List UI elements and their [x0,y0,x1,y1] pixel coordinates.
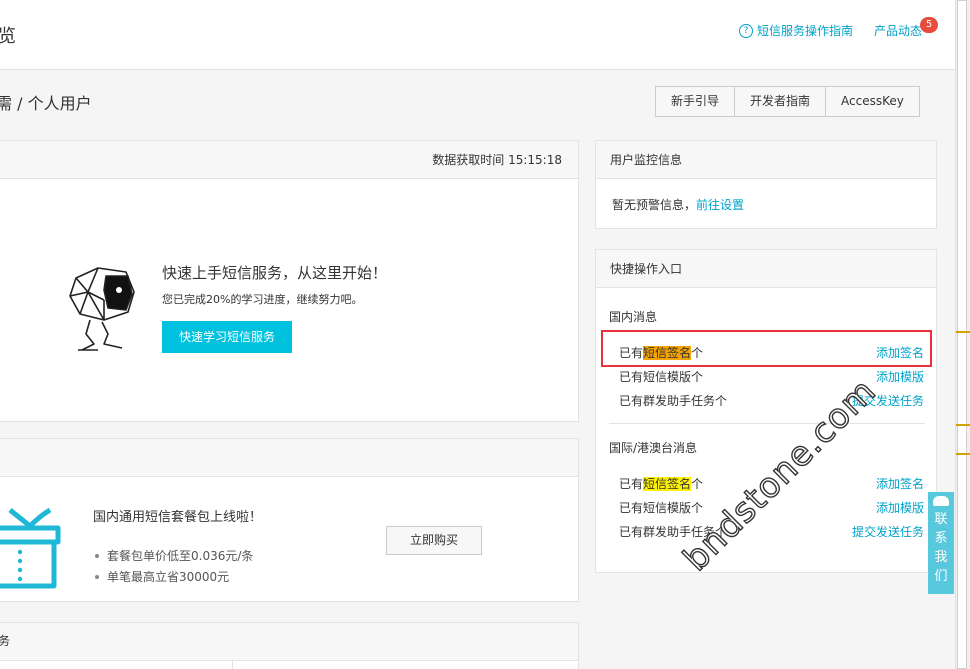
contact-us-tab[interactable]: 联 系 我 们 [928,492,954,594]
product-news-link[interactable]: 产品动态 [874,22,922,39]
learn-progress-text: 您已完成20%的学习进度，继续努力吧。 [162,293,363,306]
add-template-link[interactable]: 添加模版 [876,368,924,385]
contact-char: 我 [934,550,948,565]
bullet-dot-icon [95,553,99,558]
page-title: 览 [0,26,16,47]
intl-template-row: 已有短信模版个 [619,501,704,515]
monitor-panel-title: 用户监控信息 [596,141,936,179]
contact-char: 系 [934,531,948,546]
sms-guide-link[interactable]: ? 短信服务操作指南 [739,22,853,39]
domestic-bulk-task-row: 已有群发助手任务个 [619,394,728,408]
package-panel [0,438,579,602]
package-panel-header [0,439,578,477]
scroll-marker [956,424,970,426]
annotation-highlight-box [601,330,932,367]
intl-signature-row: 已有短信签名个 [619,475,703,492]
quick-actions-title: 快捷操作入口 [596,250,936,288]
domestic-template-row: 已有短信模版个 [619,370,704,384]
add-signature-link[interactable]: 添加签名 [876,475,924,492]
row-label-suffix: 个 [691,477,704,491]
learn-title: 快速上手短信服务，从这里开始！ [162,264,388,282]
scroll-marker [956,331,970,333]
package-title: 国内通用短信套餐包上线啦！ [93,510,263,525]
package-bullet: 套餐包单价低至0.036元/条 [95,547,253,564]
bullet-dot-icon [95,574,99,579]
package-bullet: 单笔最高立省30000元 [95,568,229,585]
developer-guide-button[interactable]: 开发者指南 [735,87,827,116]
access-key-button[interactable]: AccessKey [826,87,919,116]
quick-learn-button[interactable]: 快速学习短信服务 [162,321,292,353]
highlighted-term: 短信签名 [643,477,692,491]
row-label: 已有 [619,477,644,491]
headset-icon [933,496,949,506]
contact-char: 联 [934,512,948,527]
submit-send-task-link[interactable]: 提交发送任务 [852,523,924,540]
service-panel [0,622,579,669]
gift-icon [0,508,61,589]
divider [609,423,925,424]
go-settings-link[interactable]: 前往设置 [696,198,744,212]
domestic-section-title: 国内消息 [609,310,658,324]
help-icon: ? [739,23,753,38]
monitor-status-text: 暂无预警信息， [612,198,697,212]
sms-guide-label: 短信服务操作指南 [757,24,854,38]
monitor-status: 暂无预警信息，前往设置 [612,196,744,213]
package-bullet-text: 套餐包单价低至0.036元/条 [107,549,254,563]
monitor-panel: 用户监控信息 [595,140,937,229]
news-count-badge: 5 [920,17,938,33]
add-template-link[interactable]: 添加模版 [876,499,924,516]
buy-now-button[interactable]: 立即购买 [386,526,482,555]
scroll-marker [956,453,970,455]
toolbar-button-group: 新手引导 开发者指南 AccessKey [655,86,920,117]
beginner-guide-button[interactable]: 新手引导 [656,87,736,116]
data-fetch-time: 数据获取时间 15:15:18 [432,153,562,167]
package-bullet-text: 单笔最高立省30000元 [107,570,230,584]
breadcrumb: 需 / 个人用户 [0,94,92,113]
service-panel-header [0,623,578,661]
robot-mascot-icon [69,267,135,351]
international-section-title: 国际/港澳台消息 [609,441,698,455]
contact-char: 们 [934,569,948,584]
service-panel-title: 务 [0,634,11,648]
divider [232,660,233,669]
scrollbar-thumb[interactable] [957,0,967,669]
